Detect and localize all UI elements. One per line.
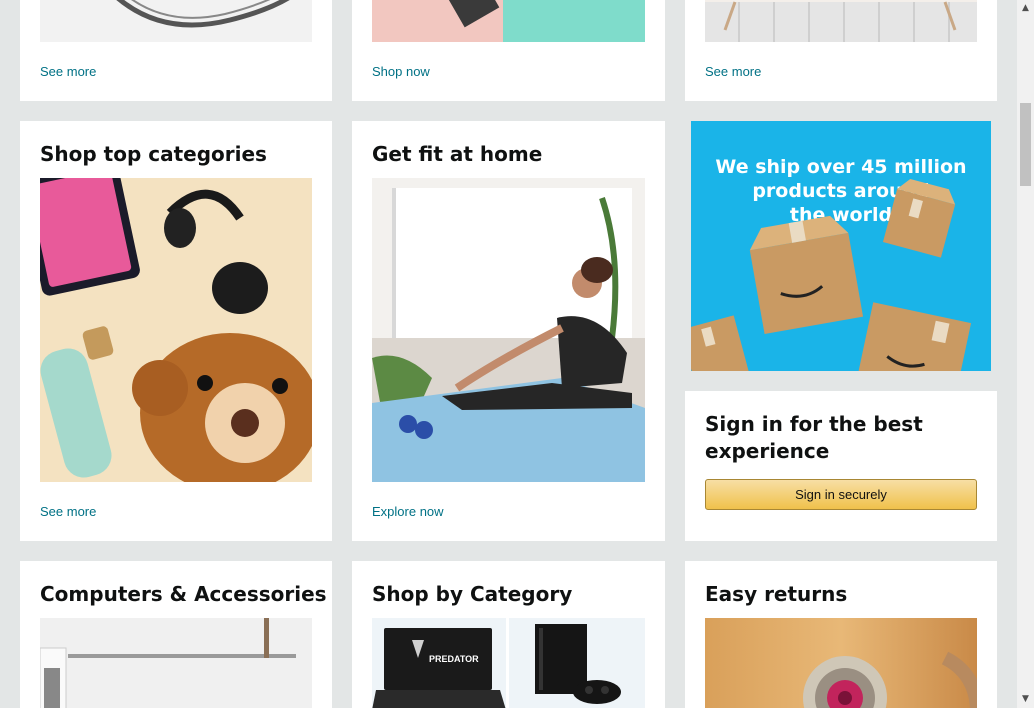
fitness-image[interactable] <box>372 178 645 482</box>
card-computers-accessories: Computers & Accessories <box>20 561 332 708</box>
signin-card: Sign in for the best experience Sign in … <box>685 391 997 541</box>
card-shop-by-category: Shop by Category PREDATOR <box>352 561 665 708</box>
card-row1-middle: Shop now <box>352 0 665 101</box>
laptop-image[interactable]: PREDATOR <box>372 618 506 708</box>
cable-illustration <box>116 0 290 28</box>
explore-now-link[interactable]: Explore now <box>372 504 444 519</box>
card-title: Shop top categories <box>40 142 267 166</box>
table-illustration <box>705 0 977 31</box>
see-more-link[interactable]: See more <box>40 504 96 519</box>
card-easy-returns: Easy returns <box>685 561 997 708</box>
signin-title: Sign in for the best experience <box>705 411 923 465</box>
card-get-fit-at-home: Get fit at home Explore now <box>352 121 665 541</box>
see-more-link[interactable]: See more <box>40 64 96 79</box>
scrollbar-thumb[interactable] <box>1020 103 1031 186</box>
computers-image[interactable] <box>40 618 312 708</box>
product-image[interactable] <box>372 0 645 42</box>
laptop-illustration: PREDATOR <box>372 628 506 708</box>
vertical-scrollbar[interactable]: ▲ ▼ <box>1017 0 1034 708</box>
returns-image[interactable] <box>705 618 977 708</box>
scroll-up-icon[interactable]: ▲ <box>1017 0 1034 17</box>
monitor-illustration <box>40 618 296 708</box>
see-more-link[interactable]: See more <box>705 64 761 79</box>
scroll-down-icon[interactable]: ▼ <box>1017 691 1034 708</box>
furniture-image[interactable] <box>705 0 977 42</box>
card-title: Easy returns <box>705 582 848 606</box>
fitness-illustration <box>372 188 645 482</box>
card-title: Shop by Category <box>372 582 573 606</box>
shipping-promo-banner[interactable]: We ship over 45 million products around … <box>691 121 991 371</box>
signin-title-line-2: experience <box>705 439 830 463</box>
card-title: Get fit at home <box>372 142 543 166</box>
tape-dispenser-illustration <box>803 651 977 708</box>
signin-title-line-1: Sign in for the best <box>705 412 923 436</box>
card-row1-right: See more <box>685 0 997 101</box>
cable-image[interactable] <box>40 0 312 42</box>
card-shop-top-categories: Shop top categories See more <box>20 121 332 541</box>
card-title: Computers & Accessories <box>40 582 327 606</box>
device-illustration <box>444 0 500 28</box>
categories-illustration <box>40 178 312 482</box>
shop-now-link[interactable]: Shop now <box>372 64 430 79</box>
sign-in-securely-button[interactable]: Sign in securely <box>705 479 977 510</box>
console-image[interactable] <box>509 618 645 708</box>
console-illustration <box>535 624 621 704</box>
shipping-boxes-illustration <box>691 178 972 371</box>
laptop-brand-text: PREDATOR <box>429 654 479 664</box>
categories-image[interactable] <box>40 178 312 482</box>
card-cables: See more <box>20 0 332 101</box>
